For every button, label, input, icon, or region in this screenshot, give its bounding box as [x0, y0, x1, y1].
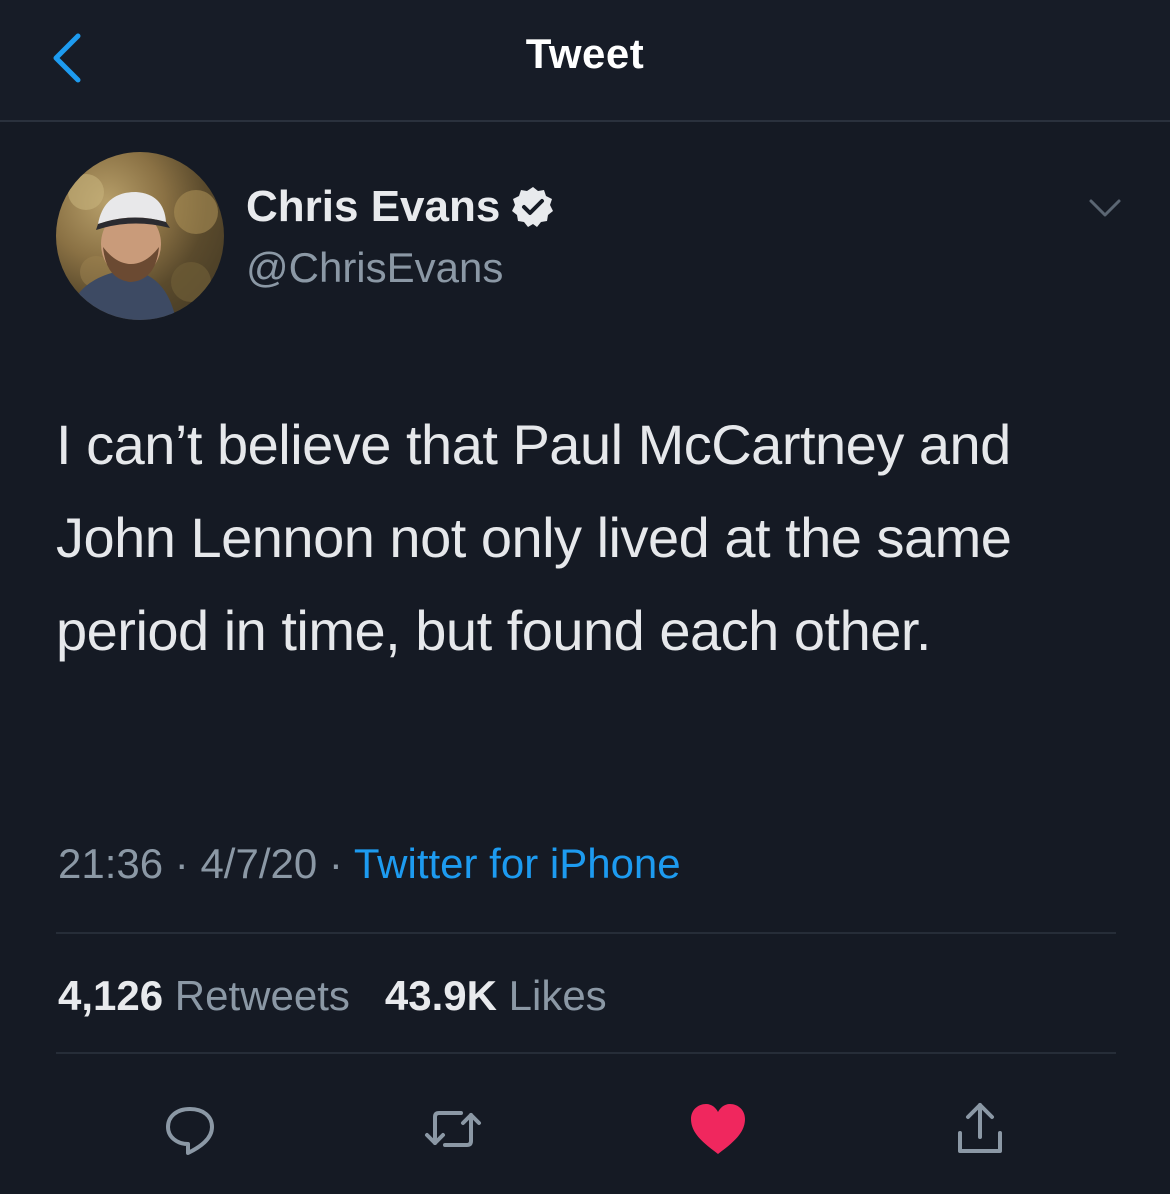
avatar-image [66, 174, 218, 320]
meta-separator: · [174, 840, 189, 887]
page-title: Tweet [525, 30, 645, 77]
reply-icon [166, 1107, 214, 1155]
retweet-button[interactable] [418, 1094, 488, 1164]
likes-stat[interactable]: 43.9K Likes [385, 972, 607, 1019]
retweets-label: Retweets [174, 972, 350, 1019]
like-button[interactable] [683, 1094, 753, 1164]
like-icon [691, 1104, 745, 1154]
tweet-source-link[interactable]: Twitter for iPhone [354, 840, 681, 887]
tweet-time: 21:36 [58, 840, 164, 887]
reply-button[interactable] [155, 1094, 225, 1164]
share-button[interactable] [945, 1094, 1015, 1164]
tweet-meta: 21:36 · 4/7/20 · Twitter for iPhone [58, 840, 681, 888]
action-bar [0, 1094, 1170, 1164]
chevron-down-icon [1089, 199, 1121, 217]
tweet-text: I can’t believe that Paul McCartney and … [56, 413, 1012, 662]
divider [56, 1052, 1116, 1054]
meta-separator: · [328, 840, 343, 887]
divider [56, 932, 1116, 934]
tweet-stats: 4,126 Retweets 43.9K Likes [58, 972, 607, 1020]
author-handle[interactable]: @ChrisEvans [246, 244, 503, 292]
more-options-button[interactable] [1080, 188, 1130, 228]
share-icon [958, 1103, 1002, 1153]
retweets-count: 4,126 [58, 972, 164, 1019]
tweet-date: 4/7/20 [200, 840, 318, 887]
likes-label: Likes [508, 972, 607, 1019]
likes-count: 43.9K [384, 972, 497, 1019]
retweet-icon [425, 1111, 481, 1147]
retweets-stat[interactable]: 4,126 Retweets [58, 972, 362, 1019]
display-name-text: Chris Evans [246, 182, 501, 231]
author-name[interactable]: Chris Evans [246, 182, 556, 232]
verified-badge-icon [512, 187, 554, 227]
top-bar: Tweet [0, 0, 1170, 122]
avatar[interactable] [56, 152, 224, 320]
